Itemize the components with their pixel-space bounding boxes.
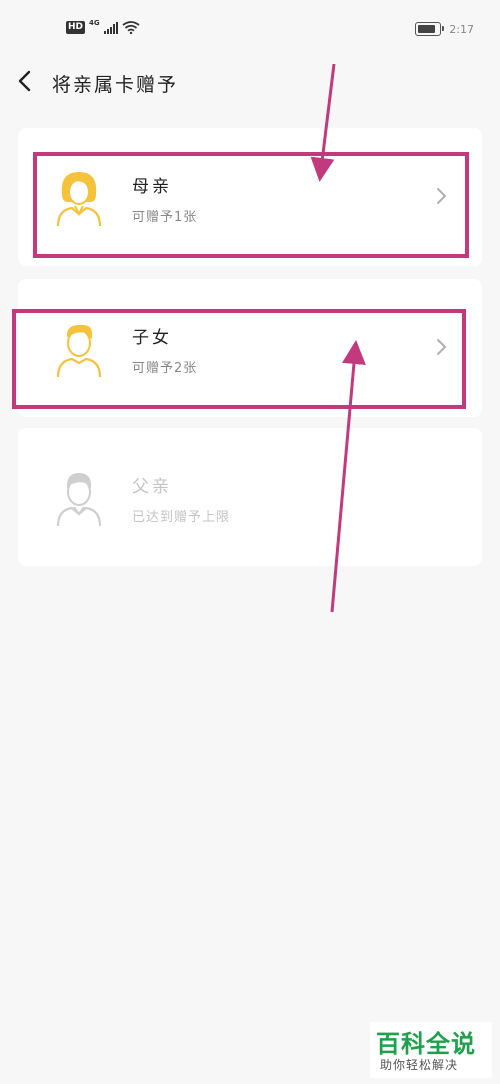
recipient-card-children[interactable]: 子女 可赠予2张	[18, 279, 482, 417]
recipient-label: 母亲	[132, 177, 172, 197]
wifi-icon	[122, 21, 140, 34]
chevron-right-icon	[437, 188, 447, 204]
battery-fill	[418, 25, 436, 33]
watermark-title: 百科全说	[376, 1030, 476, 1058]
signal-icon	[103, 21, 118, 34]
chevron-right-icon	[437, 339, 447, 355]
battery-icon	[415, 22, 445, 36]
watermark-subtitle: 助你轻松解决	[380, 1058, 459, 1072]
status-right: 2:17	[415, 22, 474, 36]
status-left: HD 4G	[66, 18, 140, 34]
watermark: 百科全说 助你轻松解决	[370, 1022, 492, 1078]
recipient-label: 子女	[132, 328, 172, 348]
hd-badge: HD	[66, 21, 86, 34]
female-avatar-icon	[56, 172, 102, 227]
network-type: 4G	[89, 18, 100, 27]
recipient-card-mother[interactable]: 母亲 可赠予1张	[18, 128, 482, 266]
child-avatar-icon	[56, 324, 102, 378]
recipient-label: 父亲	[132, 477, 172, 497]
back-arrow-icon[interactable]	[14, 66, 38, 96]
clock: 2:17	[449, 22, 474, 36]
recipient-quota: 已达到赠予上限	[132, 510, 231, 525]
page-title: 将亲属卡赠予	[52, 74, 179, 96]
recipient-quota: 可赠予2张	[132, 361, 198, 376]
header: 将亲属卡赠予	[0, 60, 500, 104]
recipient-quota: 可赠予1张	[132, 210, 198, 225]
status-bar: HD 4G 2:17	[0, 0, 500, 60]
male-avatar-icon	[56, 473, 102, 527]
recipient-card-father: 父亲 已达到赠予上限	[18, 428, 482, 566]
